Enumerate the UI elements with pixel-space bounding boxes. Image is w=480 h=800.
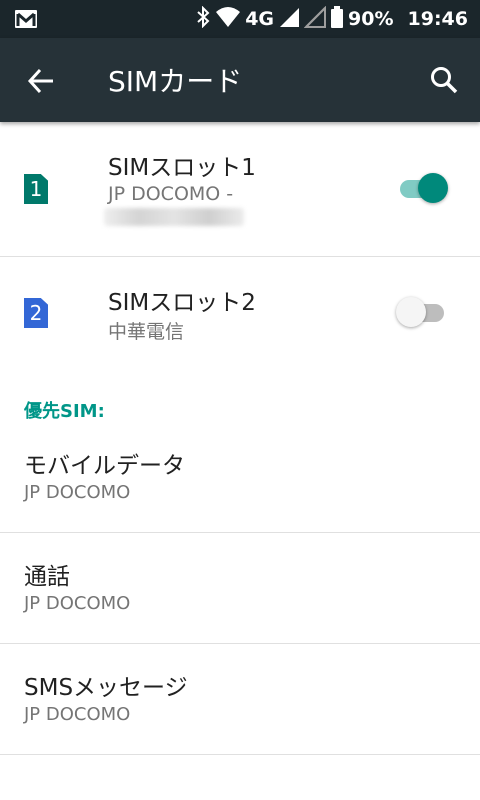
sim-slot-2-row[interactable]: 2 SIMスロット2 中華電信 (0, 257, 480, 367)
battery-icon (330, 5, 344, 33)
signal-strength-icon (278, 6, 300, 33)
network-type: 4G (245, 8, 275, 30)
pref-item-title: SMSメッセージ (24, 675, 188, 701)
toggle-thumb (418, 173, 448, 203)
toggle-thumb (396, 297, 426, 327)
clock: 19:46 (407, 8, 468, 30)
sim-slot-1-row[interactable]: 1 SIMスロット1 JP DOCOMO - (0, 122, 480, 257)
pref-item-value: JP DOCOMO (24, 593, 131, 614)
status-bar: 4G 90% 19:46 (0, 0, 480, 38)
sim-slot-2-title: SIMスロット2 (108, 290, 256, 316)
page-title: SIMカード (108, 65, 243, 98)
sim-slot-2-toggle[interactable] (396, 295, 450, 329)
sim-slot-2-carrier: 中華電信 (108, 321, 185, 343)
pref-item-value: JP DOCOMO (24, 704, 131, 725)
pref-item-title: 通話 (24, 564, 70, 590)
pref-item-title: モバイルデータ (24, 453, 185, 479)
app-toolbar: SIMカード (0, 38, 480, 122)
gmail-notification-icon (14, 9, 38, 33)
pref-item-value: JP DOCOMO (24, 482, 131, 503)
pref-calls[interactable]: 通話 JP DOCOMO (0, 533, 480, 644)
sim-slot-1-toggle[interactable] (396, 171, 450, 205)
battery-level: 90% (348, 8, 394, 30)
signal-empty-icon (303, 5, 327, 33)
search-icon[interactable] (428, 64, 460, 96)
pref-mobile-data[interactable]: モバイルデータ JP DOCOMO (0, 422, 480, 533)
redacted-number (104, 208, 244, 226)
bluetooth-icon (195, 5, 211, 33)
sim-slot-1-title: SIMスロット1 (108, 155, 256, 181)
sim-slot-1-carrier: JP DOCOMO - (108, 183, 234, 205)
preferred-sim-header: 優先SIM: (24, 401, 105, 422)
sim-card-1-icon: 1 (24, 174, 48, 204)
pref-sms[interactable]: SMSメッセージ JP DOCOMO (0, 644, 480, 755)
wifi-icon (215, 6, 241, 33)
back-arrow-icon[interactable] (26, 66, 56, 96)
sim-card-2-icon: 2 (24, 298, 48, 328)
sim-settings-list: 1 SIMスロット1 JP DOCOMO - 2 SIMスロット2 中華電信 優… (0, 122, 480, 755)
